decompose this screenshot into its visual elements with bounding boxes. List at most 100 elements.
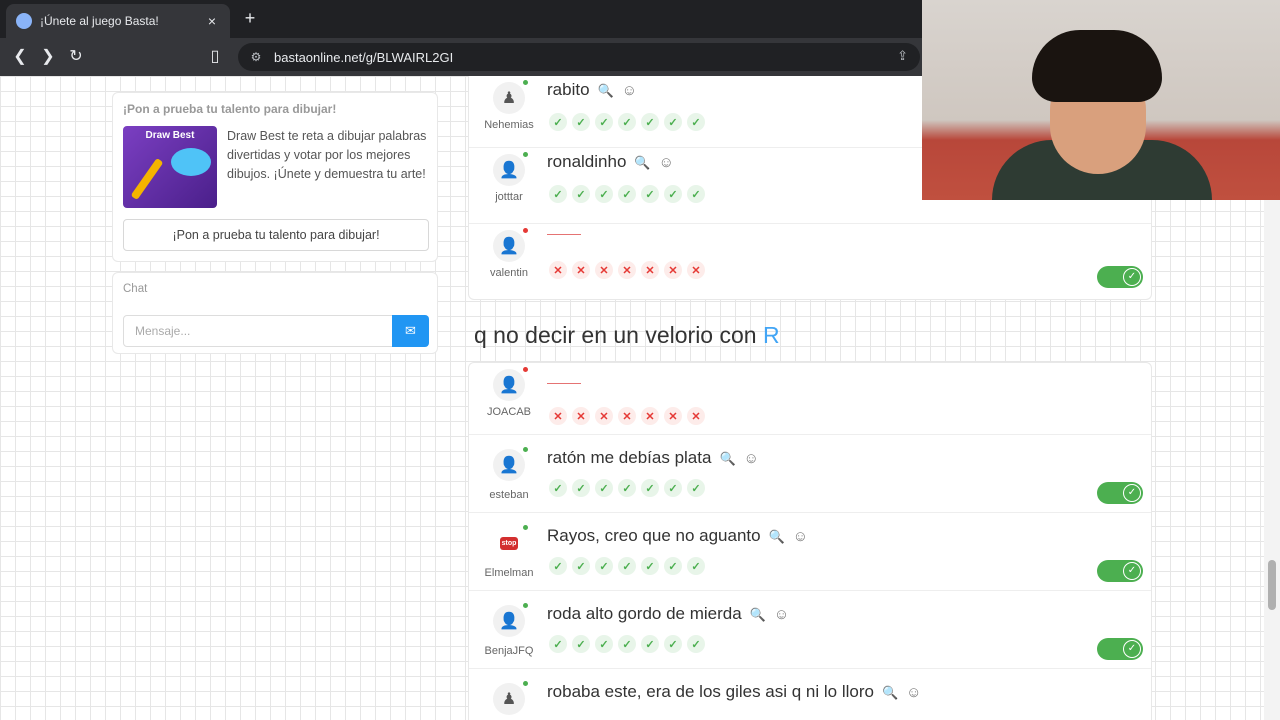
validity-toggle[interactable]: ✓ (1097, 560, 1143, 582)
emoji-react-icon[interactable]: ☺ (659, 154, 674, 171)
chat-title: Chat (123, 283, 148, 295)
bookmark-icon[interactable]: ▯ (205, 47, 225, 67)
search-icon[interactable]: 🔍 (598, 83, 614, 98)
new-tab-button[interactable]: + (240, 8, 260, 29)
category-text: q no decir en un velorio con (474, 322, 763, 348)
category-letter: R (762, 322, 780, 348)
online-indicator (523, 525, 528, 530)
check-icon: ✓ (1123, 484, 1141, 502)
vote-list: ✓ ✓ ✓ ✓ ✓ ✓ ✓ (549, 185, 705, 203)
chat-message-input[interactable]: Mensaje... (123, 315, 393, 347)
vote-check-icon: ✓ (687, 185, 705, 203)
vote-cross-icon: ✕ (549, 261, 567, 279)
answer-value: robaba este, era de los giles asi q ni l… (547, 682, 874, 701)
user-icon: 👤 (493, 369, 525, 401)
vote-list: ✓ ✓ ✓ ✓ ✓ ✓ ✓ (549, 479, 705, 497)
answer-text: roda alto gordo de mierda 🔍 ☺ (547, 604, 789, 624)
emoji-react-icon[interactable]: ☺ (774, 606, 789, 623)
vote-check-icon: ✓ (572, 113, 590, 131)
answer-row: 👤 JOACAB ✕ ✕ ✕ ✕ ✕ ✕ ✕ (469, 363, 1151, 435)
online-indicator (523, 681, 528, 686)
vote-list: ✓ ✓ ✓ ✓ ✓ ✓ ✓ (549, 635, 705, 653)
vote-check-icon: ✓ (595, 635, 613, 653)
vote-cross-icon: ✕ (664, 407, 682, 425)
answer-text: robaba este, era de los giles asi q ni l… (547, 682, 921, 702)
chat-card: Chat Mensaje... ✉ (112, 272, 438, 354)
vote-check-icon: ✓ (595, 557, 613, 575)
vote-check-icon: ✓ (618, 185, 636, 203)
vote-check-icon: ✓ (572, 557, 590, 575)
vote-check-icon: ✓ (549, 635, 567, 653)
emoji-react-icon[interactable]: ☺ (906, 684, 921, 701)
vote-cross-icon: ✕ (618, 261, 636, 279)
vote-check-icon: ✓ (687, 113, 705, 131)
emoji-react-icon[interactable]: ☺ (622, 82, 637, 99)
player-name: BenjaJFQ (484, 645, 534, 657)
vote-list: ✕ ✕ ✕ ✕ ✕ ✕ ✕ (549, 407, 705, 425)
brush-icon (130, 157, 164, 201)
answer-value: Rayos, creo que no aguanto (547, 526, 761, 545)
vote-check-icon: ✓ (549, 113, 567, 131)
user-star-icon: ♟ (493, 683, 525, 715)
vote-check-icon: ✓ (618, 479, 636, 497)
webcam-person-hair (1032, 30, 1162, 102)
offline-indicator (523, 367, 528, 372)
category-heading: q no decir en un velorio con R (474, 322, 780, 349)
search-icon[interactable]: 🔍 (634, 155, 650, 170)
vote-check-icon: ✓ (664, 479, 682, 497)
search-icon[interactable]: 🔍 (882, 685, 898, 700)
vote-list: ✓ ✓ ✓ ✓ ✓ ✓ ✓ (549, 113, 705, 131)
validity-toggle[interactable]: ✓ (1097, 482, 1143, 504)
address-url[interactable]: bastaonline.net/g/BLWAIRL2GI (274, 50, 453, 65)
chat-send-button[interactable]: ✉ (392, 315, 429, 347)
emoji-react-icon[interactable]: ☺ (793, 528, 808, 545)
answer-value: ratón me debías plata (547, 448, 712, 467)
player-name: esteban (489, 489, 529, 501)
vote-check-icon: ✓ (572, 635, 590, 653)
vote-list: ✕ ✕ ✕ ✕ ✕ ✕ ✕ (549, 261, 705, 279)
promo-button[interactable]: ¡Pon a prueba tu talento para dibujar! (123, 219, 429, 251)
emoji-react-icon[interactable]: ☺ (744, 450, 759, 467)
vote-check-icon: ✓ (618, 557, 636, 575)
vote-cross-icon: ✕ (687, 261, 705, 279)
site-settings-icon[interactable]: ⚙ (248, 50, 264, 64)
send-message-icon: ✉ (405, 323, 416, 338)
vote-check-icon: ✓ (687, 557, 705, 575)
answer-row: stop Elmelman Rayos, creo que no aguanto… (469, 513, 1151, 591)
validity-toggle[interactable]: ✓ (1097, 638, 1143, 660)
address-bar[interactable]: ⚙ bastaonline.net/g/BLWAIRL2GI ⇪ (238, 43, 920, 71)
vote-check-icon: ✓ (595, 113, 613, 131)
answer-value: roda alto gordo de mierda (547, 604, 742, 623)
answer-row: 👤 esteban ratón me debías plata 🔍 ☺ ✓ ✓ ✓ ✓ ✓ ✓… (469, 435, 1151, 513)
browser-tab[interactable]: ¡Únete al juego Basta! × (6, 4, 230, 38)
reload-icon[interactable]: ↻ (66, 47, 86, 67)
vote-check-icon: ✓ (641, 185, 659, 203)
search-icon[interactable]: 🔍 (750, 607, 766, 622)
share-icon[interactable]: ⇪ (897, 48, 908, 64)
vote-check-icon: ✓ (641, 635, 659, 653)
search-icon[interactable]: 🔍 (769, 529, 785, 544)
vote-check-icon: ✓ (549, 185, 567, 203)
tab-close-icon[interactable]: × (204, 13, 220, 29)
back-icon[interactable]: ❮ (10, 47, 30, 67)
answer-value: rabito (547, 80, 590, 99)
search-icon[interactable]: 🔍 (719, 451, 735, 466)
answers-card-bottom: 👤 JOACAB ✕ ✕ ✕ ✕ ✕ ✕ ✕ 👤 esteban ratón me debí… (468, 362, 1152, 720)
scrollbar-thumb[interactable] (1268, 560, 1276, 610)
online-indicator (523, 603, 528, 608)
user-icon: 👤 (493, 154, 525, 186)
vote-cross-icon: ✕ (641, 261, 659, 279)
draw-best-image-title: Draw Best (145, 130, 195, 141)
player-name: jotttar (495, 191, 523, 203)
vote-check-icon: ✓ (572, 185, 590, 203)
draw-best-image[interactable]: Draw Best (123, 126, 217, 208)
vote-cross-icon: ✕ (572, 261, 590, 279)
webcam-overlay (922, 0, 1280, 200)
vote-cross-icon: ✕ (549, 407, 567, 425)
forward-icon[interactable]: ❯ (38, 47, 58, 67)
vote-check-icon: ✓ (618, 113, 636, 131)
vote-check-icon: ✓ (549, 479, 567, 497)
stop-icon: stop (493, 527, 525, 559)
online-indicator (523, 80, 528, 85)
empty-answer-dash (547, 383, 581, 384)
